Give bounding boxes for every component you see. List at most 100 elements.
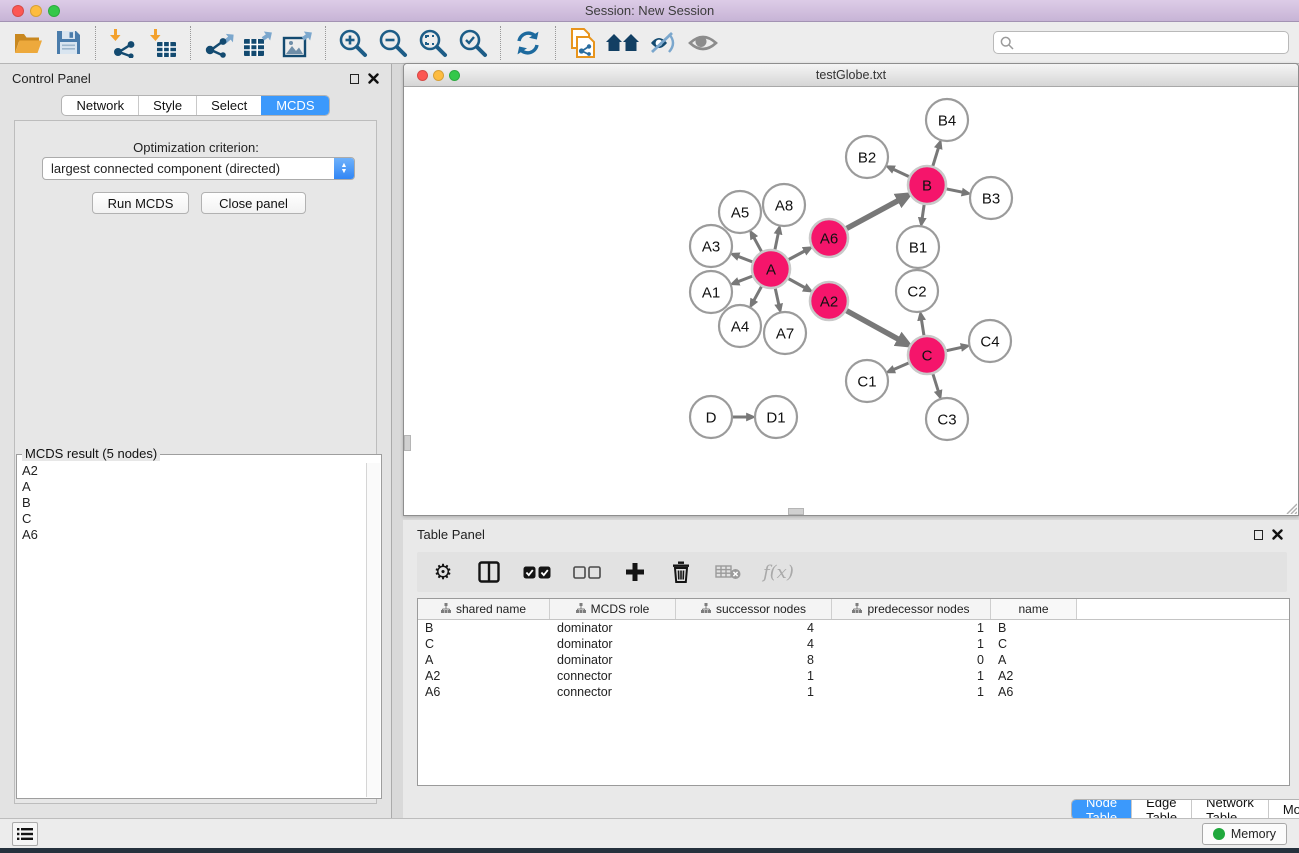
graph-node-A4[interactable]: A4: [719, 305, 761, 347]
graph-node-A6[interactable]: A6: [810, 219, 848, 257]
mcds-result-item[interactable]: A: [18, 479, 365, 495]
close-window-button[interactable]: [12, 5, 24, 17]
table-cell[interactable]: 4: [676, 621, 832, 635]
search-input[interactable]: [1018, 36, 1282, 50]
tab-select[interactable]: Select: [196, 96, 261, 115]
add-column-icon[interactable]: [623, 559, 647, 585]
memory-button[interactable]: Memory: [1202, 823, 1287, 845]
table-cell[interactable]: 1: [676, 685, 832, 699]
import-network-icon[interactable]: [103, 25, 143, 61]
table-cell[interactable]: 1: [676, 669, 832, 683]
zoom-in-icon[interactable]: [333, 25, 373, 61]
task-list-button[interactable]: [12, 822, 38, 846]
search-field[interactable]: [993, 31, 1289, 54]
graph-node-C4[interactable]: C4: [969, 320, 1011, 362]
refresh-icon[interactable]: [508, 25, 548, 61]
criterion-dropdown[interactable]: largest connected component (directed) ▲…: [42, 157, 355, 180]
table-cell[interactable]: B: [418, 621, 550, 635]
open-session-icon[interactable]: [8, 25, 48, 61]
split-view-icon[interactable]: [477, 559, 501, 585]
tab-node-table[interactable]: Node Table: [1072, 800, 1131, 819]
tab-motifs[interactable]: Motifs: [1268, 800, 1299, 819]
export-network-icon[interactable]: [198, 25, 238, 61]
network-close-button[interactable]: [417, 70, 428, 81]
show-panels-icon[interactable]: [683, 25, 723, 61]
graph-node-A3[interactable]: A3: [690, 225, 732, 267]
graph-node-C3[interactable]: C3: [926, 398, 968, 440]
export-table-icon[interactable]: [238, 25, 278, 61]
graph-node-A5[interactable]: A5: [719, 191, 761, 233]
resize-grip-icon[interactable]: [1284, 501, 1297, 514]
column-header[interactable]: MCDS role: [550, 599, 676, 619]
column-header[interactable]: name: [991, 599, 1077, 619]
select-all-icon[interactable]: [523, 559, 551, 585]
table-cell[interactable]: 4: [676, 637, 832, 651]
delete-icon[interactable]: [669, 559, 693, 585]
table-cell[interactable]: dominator: [550, 637, 676, 651]
column-header[interactable]: predecessor nodes: [832, 599, 991, 619]
mcds-result-list[interactable]: A2ABCA6: [18, 463, 365, 797]
table-cell[interactable]: A: [418, 653, 550, 667]
mcds-result-item[interactable]: B: [18, 495, 365, 511]
graph-node-A8[interactable]: A8: [763, 184, 805, 226]
node-table[interactable]: shared nameMCDS rolesuccessor nodesprede…: [417, 598, 1290, 786]
network-minimize-button[interactable]: [433, 70, 444, 81]
function-builder-icon[interactable]: f(x): [763, 559, 794, 585]
clone-network-icon[interactable]: [563, 25, 603, 61]
table-cell[interactable]: 1: [832, 621, 991, 635]
table-row[interactable]: Adominator80A: [418, 652, 1289, 668]
table-cell[interactable]: A2: [418, 669, 550, 683]
graph-node-C[interactable]: C: [908, 336, 946, 374]
column-header[interactable]: successor nodes: [676, 599, 832, 619]
close-panel-button[interactable]: Close panel: [201, 192, 306, 214]
table-cell[interactable]: B: [991, 621, 1077, 635]
table-cell[interactable]: A2: [991, 669, 1077, 683]
table-cell[interactable]: A6: [418, 685, 550, 699]
table-row[interactable]: A2connector11A2: [418, 668, 1289, 684]
mcds-result-item[interactable]: A6: [18, 527, 365, 543]
network-canvas[interactable]: B4B2BB3A8A5A6A3B1AA1C2A2A4A7C4CC1DD1C3: [404, 87, 1298, 515]
close-panel-icon[interactable]: [368, 73, 379, 84]
home-icon[interactable]: [603, 25, 643, 61]
graph-node-D[interactable]: D: [690, 396, 732, 438]
table-cell[interactable]: A: [991, 653, 1077, 667]
table-row[interactable]: Bdominator41B: [418, 620, 1289, 636]
deselect-all-icon[interactable]: [573, 559, 601, 585]
save-session-icon[interactable]: [48, 25, 88, 61]
table-cell[interactable]: A6: [991, 685, 1077, 699]
graph-node-B3[interactable]: B3: [970, 177, 1012, 219]
zoom-selected-icon[interactable]: [453, 25, 493, 61]
hide-panels-icon[interactable]: [643, 25, 683, 61]
table-row[interactable]: A6connector11A6: [418, 684, 1289, 700]
tab-network[interactable]: Network: [62, 96, 138, 115]
graph-node-A1[interactable]: A1: [690, 271, 732, 313]
graph-node-A2[interactable]: A2: [810, 282, 848, 320]
delete-table-icon[interactable]: [715, 559, 741, 585]
graph-node-C1[interactable]: C1: [846, 360, 888, 402]
table-cell[interactable]: C: [418, 637, 550, 651]
table-row[interactable]: Cdominator41C: [418, 636, 1289, 652]
zoom-fit-icon[interactable]: [413, 25, 453, 61]
table-cell[interactable]: connector: [550, 669, 676, 683]
table-cell[interactable]: 1: [832, 669, 991, 683]
table-cell[interactable]: dominator: [550, 621, 676, 635]
graph-node-C2[interactable]: C2: [896, 270, 938, 312]
graph-node-A[interactable]: A: [752, 250, 790, 288]
settings-icon[interactable]: ⚙: [431, 559, 455, 585]
table-cell[interactable]: 1: [832, 637, 991, 651]
float-panel-icon[interactable]: [350, 74, 359, 84]
minimize-window-button[interactable]: [30, 5, 42, 17]
graph-node-B1[interactable]: B1: [897, 226, 939, 268]
table-cell[interactable]: C: [991, 637, 1077, 651]
table-cell[interactable]: 1: [832, 685, 991, 699]
mcds-result-scrollbar[interactable]: [366, 463, 380, 797]
tab-style[interactable]: Style: [138, 96, 196, 115]
graph-node-B4[interactable]: B4: [926, 99, 968, 141]
table-cell[interactable]: dominator: [550, 653, 676, 667]
network-zoom-button[interactable]: [449, 70, 460, 81]
graph-node-B[interactable]: B: [908, 166, 946, 204]
table-cell[interactable]: connector: [550, 685, 676, 699]
graph-node-B2[interactable]: B2: [846, 136, 888, 178]
tab-network-table[interactable]: Network Table: [1191, 800, 1268, 819]
tab-edge-table[interactable]: Edge Table: [1131, 800, 1191, 819]
